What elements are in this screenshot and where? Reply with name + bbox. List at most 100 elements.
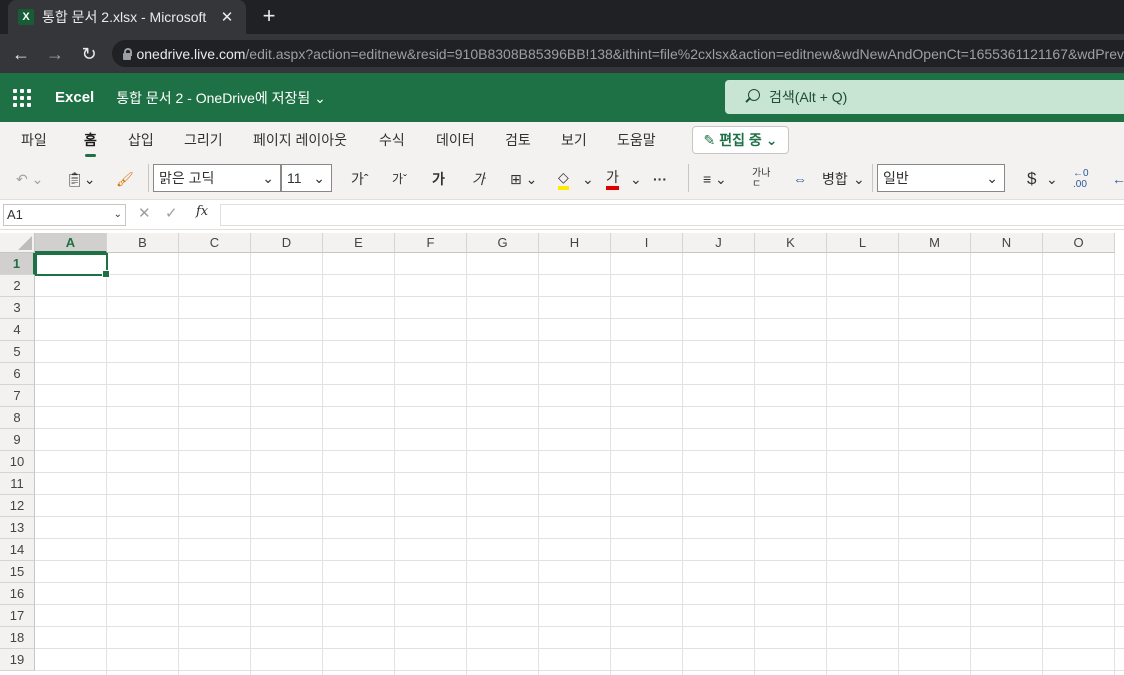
row-header-7[interactable]: 7: [0, 385, 35, 407]
undo-icon[interactable]: ↶ ⌄: [16, 168, 43, 190]
column-header-f[interactable]: F: [395, 233, 467, 253]
chevron-down-icon: ⌄: [113, 209, 122, 220]
row-header-9[interactable]: 9: [0, 429, 35, 451]
row-header-10[interactable]: 10: [0, 451, 35, 473]
tab-view[interactable]: 보기: [561, 130, 587, 150]
new-tab-button[interactable]: +: [256, 3, 282, 29]
column-header-l[interactable]: L: [827, 233, 899, 253]
insert-function-button[interactable]: fx: [196, 204, 208, 219]
column-header-e[interactable]: E: [323, 233, 395, 253]
row-header-18[interactable]: 18: [0, 627, 35, 649]
active-cell-selection[interactable]: [35, 253, 110, 278]
row-header-19[interactable]: 19: [0, 649, 35, 671]
address-bar[interactable]: onedrive.live.com/edit.aspx?action=editn…: [112, 40, 1124, 67]
reload-icon[interactable]: ↻: [76, 41, 102, 67]
align-icon[interactable]: ≡ ⌄: [703, 168, 727, 190]
row-header-12[interactable]: 12: [0, 495, 35, 517]
formula-input[interactable]: [220, 204, 1124, 226]
row-header-15[interactable]: 15: [0, 561, 35, 583]
tab-insert[interactable]: 삽입: [128, 130, 154, 150]
tab-formulas[interactable]: 수식: [379, 130, 405, 150]
row-header-8[interactable]: 8: [0, 407, 35, 429]
fill-color-icon[interactable]: ◇: [558, 168, 569, 190]
column-header-o[interactable]: O: [1043, 233, 1115, 253]
borders-icon[interactable]: ⊞ ⌄: [510, 168, 537, 190]
close-tab-icon[interactable]: ✕: [218, 8, 236, 26]
enter-check-icon[interactable]: ✓: [165, 204, 178, 222]
select-all-button[interactable]: [0, 233, 35, 253]
cell-area[interactable]: [35, 253, 1124, 675]
editing-mode-label: 편집 중 ⌄: [719, 132, 778, 148]
column-header-c[interactable]: C: [179, 233, 251, 253]
font-color-button[interactable]: 가: [606, 168, 619, 190]
row-header-16[interactable]: 16: [0, 583, 35, 605]
bold-button[interactable]: 가: [432, 168, 445, 190]
column-header-d[interactable]: D: [251, 233, 323, 253]
font-name-dropdown[interactable]: 맑은 고딕 ⌄: [153, 164, 281, 192]
tab-review[interactable]: 검토: [505, 130, 531, 150]
font-size-dropdown[interactable]: 11 ⌄: [281, 164, 332, 192]
url-path: /edit.aspx?action=editnew&resid=910B8308…: [245, 45, 1124, 62]
app-launcher-waffle-icon[interactable]: [13, 88, 31, 107]
number-format-dropdown[interactable]: 일반 ⌄: [877, 164, 1005, 192]
row-header-14[interactable]: 14: [0, 539, 35, 561]
increase-decimal-icon[interactable]: ←: [1112, 168, 1124, 190]
column-header-m[interactable]: M: [899, 233, 971, 253]
pencil-icon: ✎: [703, 131, 716, 148]
browser-tab[interactable]: X 통합 문서 2.xlsx - Microsoft ✕: [8, 0, 246, 34]
chevron-down-icon[interactable]: ⌄: [630, 168, 642, 190]
shrink-font-button[interactable]: 가ˇ: [392, 168, 407, 190]
row-header-3[interactable]: 3: [0, 297, 35, 319]
column-header-i[interactable]: I: [611, 233, 683, 253]
chevron-down-icon[interactable]: ⌄: [853, 168, 865, 190]
name-box[interactable]: A1 ⌄: [3, 204, 126, 226]
more-options-button[interactable]: ···: [653, 168, 667, 190]
row-header-4[interactable]: 4: [0, 319, 35, 341]
merge-button[interactable]: 병합: [822, 168, 848, 190]
column-header-g[interactable]: G: [467, 233, 539, 253]
editing-mode-button[interactable]: ✎ 편집 중 ⌄: [692, 126, 789, 154]
tab-home[interactable]: 홈: [84, 130, 97, 157]
column-header-b[interactable]: B: [107, 233, 179, 253]
home-toolbar: ↶ ⌄ 📋︎⌄ 🖌︎ 맑은 고딕 ⌄ 11 ⌄ 가ˆ 가ˇ 가 가 ⊞ ⌄ ◇ ⌄ …: [0, 158, 1124, 200]
search-icon: [743, 88, 761, 106]
tab-help[interactable]: 도움말: [617, 130, 656, 150]
tab-file[interactable]: 파일: [21, 130, 47, 150]
column-header-k[interactable]: K: [755, 233, 827, 253]
chevron-down-icon: ⌄: [262, 170, 274, 186]
currency-button[interactable]: $: [1027, 168, 1036, 190]
row-header-13[interactable]: 13: [0, 517, 35, 539]
wrap-text-button[interactable]: 가나 ㄷ: [752, 168, 770, 190]
cancel-icon[interactable]: ✕: [138, 204, 151, 222]
column-header-a[interactable]: A: [35, 233, 107, 253]
row-header-2[interactable]: 2: [0, 275, 35, 297]
excel-app-bar: Excel 통합 문서 2 - OneDrive에 저장됨 ⌄ 검색(Alt +…: [0, 73, 1124, 122]
chevron-down-icon[interactable]: ⌄: [582, 168, 594, 190]
merge-icon[interactable]: ⇔: [793, 168, 807, 190]
row-header-5[interactable]: 5: [0, 341, 35, 363]
number-format-value: 일반: [883, 170, 909, 186]
row-header-11[interactable]: 11: [0, 473, 35, 495]
column-header-n[interactable]: N: [971, 233, 1043, 253]
search-box[interactable]: 검색(Alt + Q): [725, 80, 1124, 114]
forward-arrow-icon[interactable]: →: [42, 41, 68, 67]
chevron-down-icon: ⌄: [986, 170, 998, 186]
back-arrow-icon[interactable]: ←: [8, 41, 34, 67]
app-name[interactable]: Excel: [55, 89, 94, 106]
row-header-1[interactable]: 1: [0, 253, 35, 275]
tab-page-layout[interactable]: 페이지 레이아웃: [253, 130, 347, 150]
column-header-h[interactable]: H: [539, 233, 611, 253]
chevron-down-icon[interactable]: ⌄: [1046, 168, 1058, 190]
font-name-value: 맑은 고딕: [159, 170, 215, 186]
tab-data[interactable]: 데이터: [436, 130, 475, 150]
document-title[interactable]: 통합 문서 2 - OneDrive에 저장됨 ⌄: [116, 88, 326, 108]
paste-icon[interactable]: 📋︎⌄: [66, 168, 96, 190]
column-header-j[interactable]: J: [683, 233, 755, 253]
tab-draw[interactable]: 그리기: [184, 130, 223, 150]
row-header-17[interactable]: 17: [0, 605, 35, 627]
decrease-decimal-button[interactable]: ←0 .00: [1073, 168, 1089, 190]
italic-button[interactable]: 가: [472, 168, 485, 190]
row-header-6[interactable]: 6: [0, 363, 35, 385]
grow-font-button[interactable]: 가ˆ: [351, 168, 369, 190]
format-painter-icon[interactable]: 🖌︎: [116, 168, 134, 190]
